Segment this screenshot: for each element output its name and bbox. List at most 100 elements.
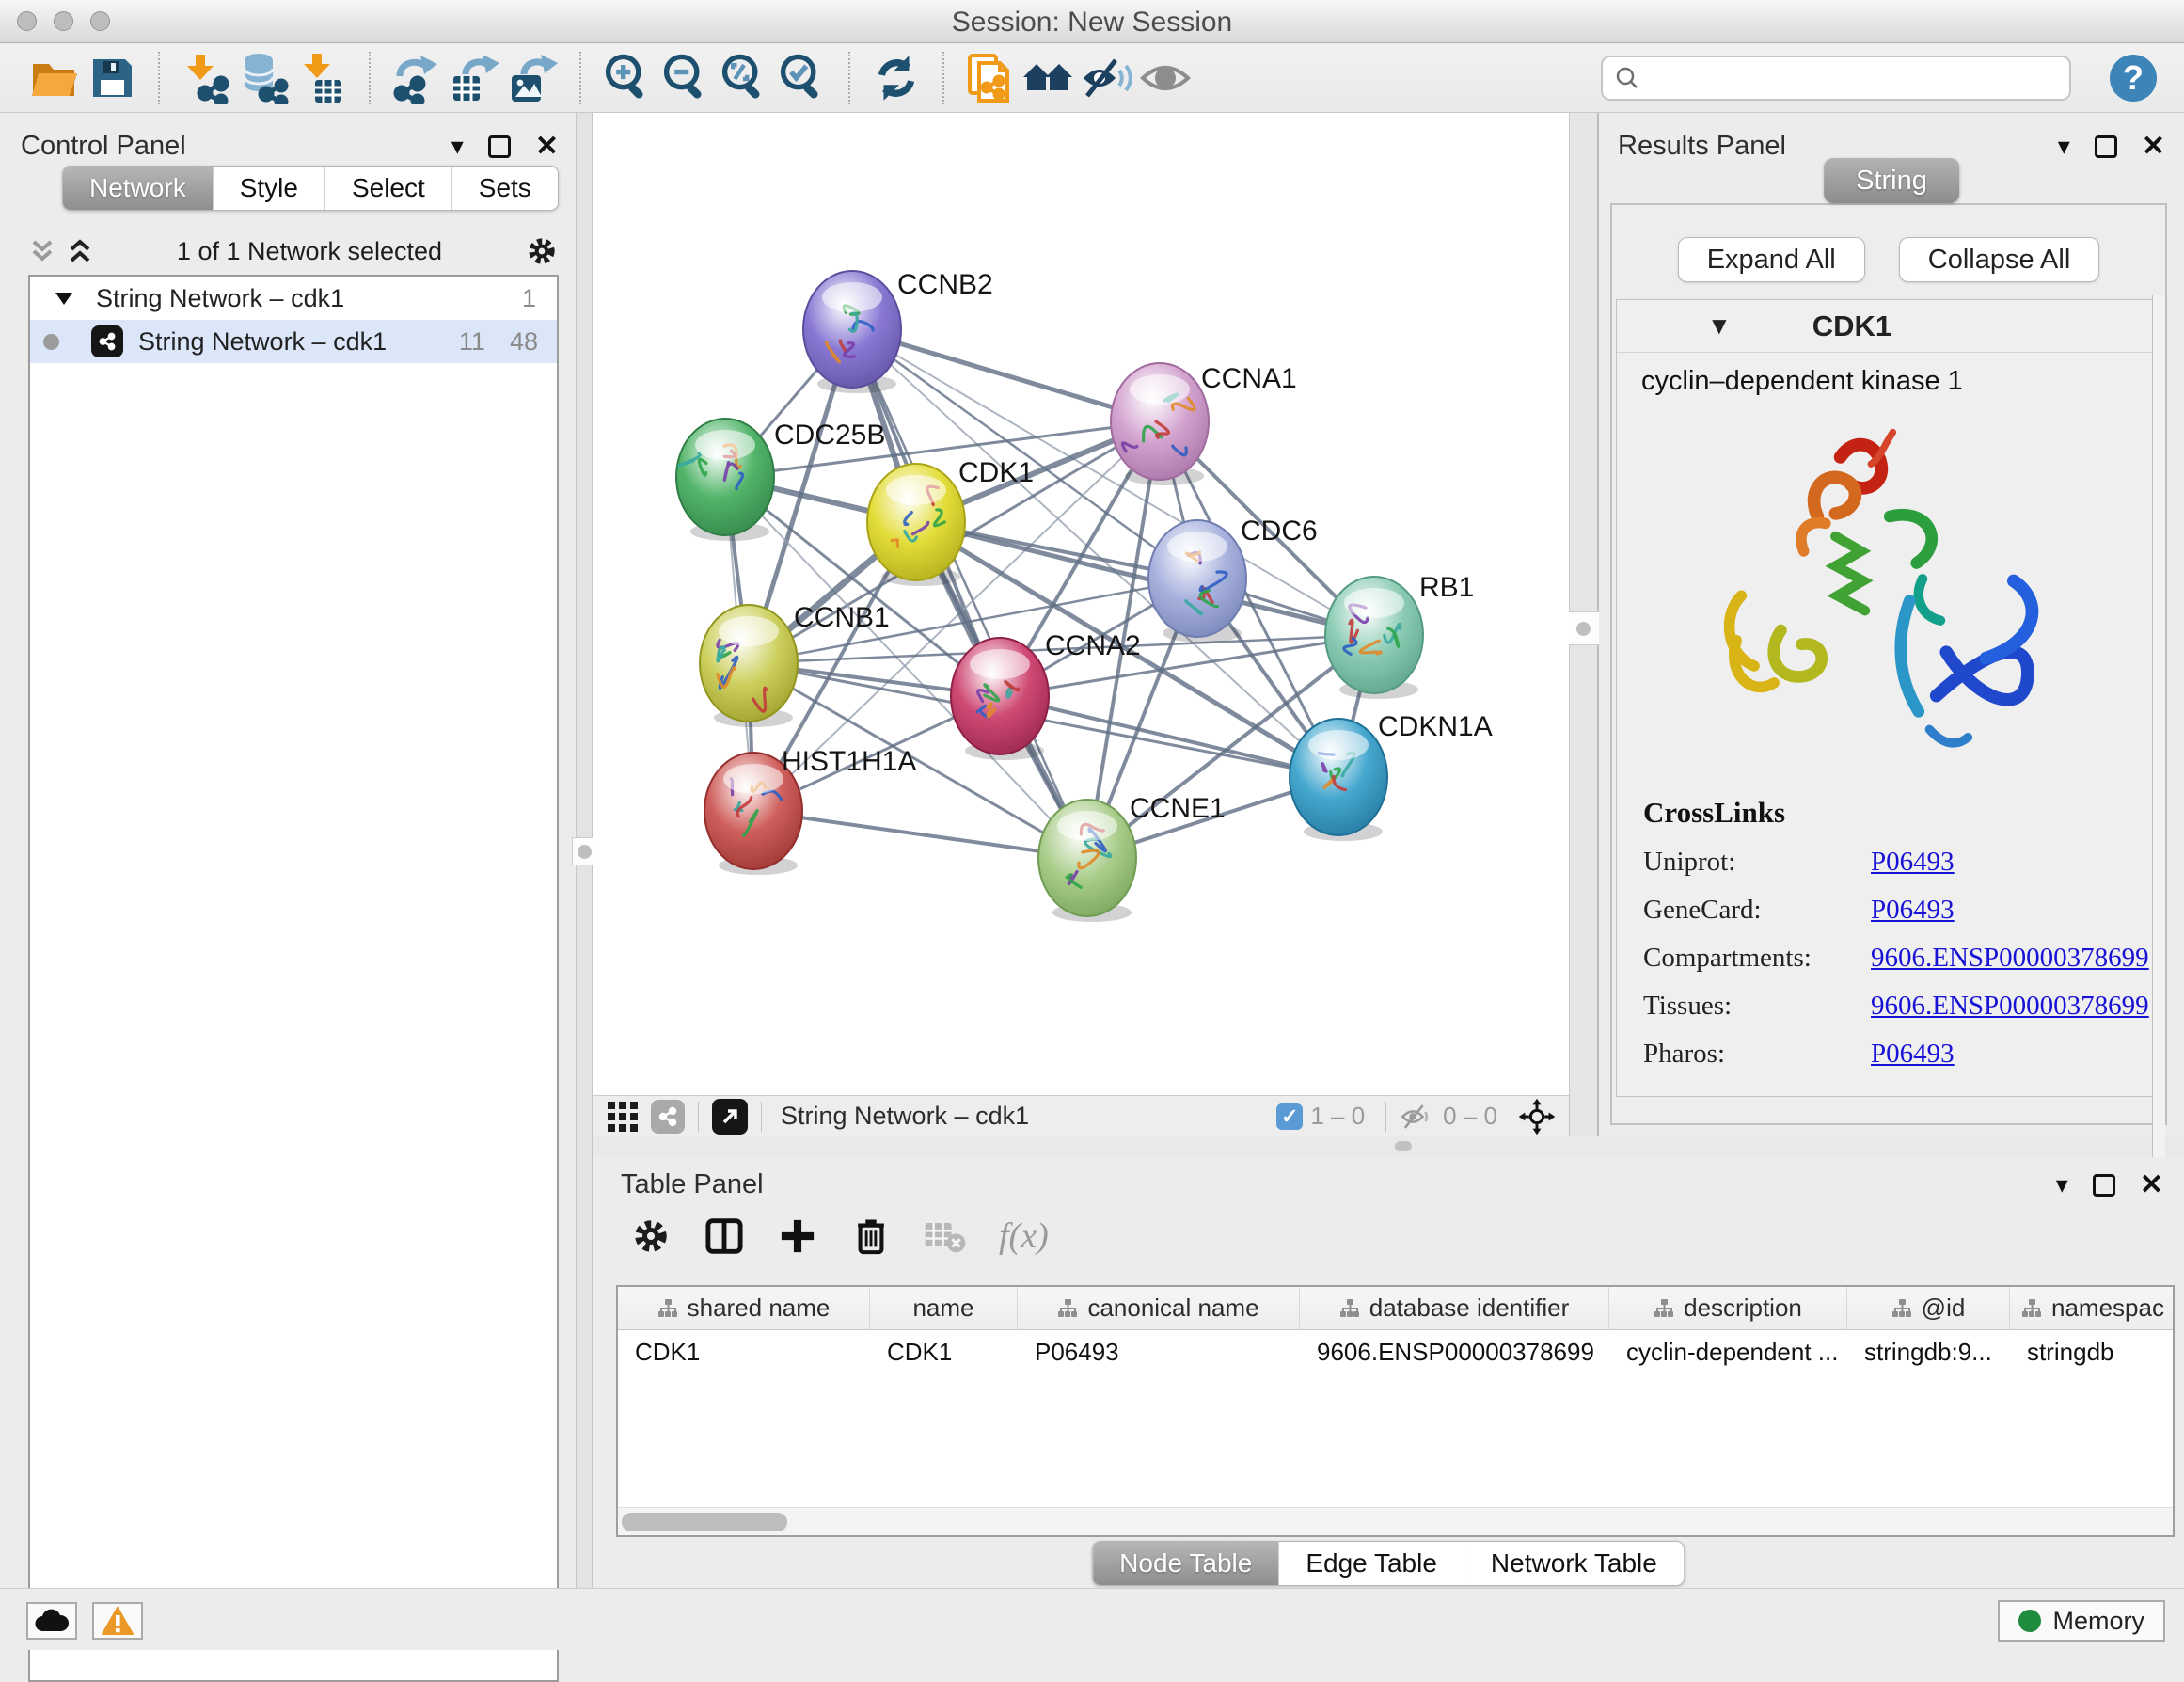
section-expander-icon[interactable]: ▼ — [1707, 311, 1732, 341]
column-header--id[interactable]: @id — [1847, 1287, 2010, 1329]
string-home-icon[interactable] — [1020, 49, 1078, 107]
crosslink-link[interactable]: P06493 — [1871, 895, 1955, 926]
function-builder-icon[interactable]: f(x) — [999, 1215, 1049, 1257]
expand-all-button[interactable]: Expand All — [1678, 237, 1865, 282]
right-splitter[interactable] — [1569, 113, 1599, 1136]
table-row[interactable]: CDK1CDK1P064939606.ENSP00000378699cyclin… — [618, 1330, 2173, 1373]
node-section-header[interactable]: ▼ CDK1 — [1617, 300, 2153, 353]
table-horizontal-scrollbar[interactable] — [618, 1507, 2173, 1535]
zoom-out-icon[interactable] — [657, 49, 715, 107]
node-CCNB2[interactable]: CCNB2 — [803, 269, 993, 393]
export-table-icon[interactable] — [446, 49, 504, 107]
tab-sets[interactable]: Sets — [452, 167, 558, 210]
selected-checkbox-icon[interactable]: ✓ — [1276, 1103, 1303, 1130]
refresh-view-icon[interactable] — [867, 49, 926, 107]
table-cell[interactable]: stringdb:9... — [1847, 1330, 2010, 1373]
delete-column-icon[interactable] — [850, 1215, 892, 1257]
collapse-all-button[interactable]: Collapse All — [1899, 237, 2100, 282]
import-network-from-file-icon[interactable] — [177, 49, 235, 107]
birdseye-view-icon[interactable] — [712, 1099, 748, 1135]
crosslink-link[interactable]: 9606.ENSP00000378699 — [1871, 991, 2149, 1022]
hidden-eye-slash-icon[interactable] — [1400, 1101, 1435, 1133]
add-column-icon[interactable] — [777, 1215, 818, 1257]
splitter-handle-icon[interactable] — [1576, 622, 1591, 636]
network-collection-row[interactable]: String Network – cdk1 1 — [30, 277, 557, 320]
column-header-namespac[interactable]: namespac — [2010, 1287, 2175, 1329]
network-row[interactable]: String Network – cdk1 11 48 — [30, 320, 557, 363]
node-RB1[interactable]: RB1 — [1325, 572, 1474, 699]
delete-table-icon[interactable] — [924, 1218, 967, 1254]
tab-node-table[interactable]: Node Table — [1093, 1542, 1279, 1585]
control-panel-float-icon[interactable] — [488, 135, 511, 158]
tab-style[interactable]: Style — [214, 167, 325, 210]
hide-eye-icon[interactable] — [1078, 49, 1136, 107]
open-session-icon[interactable] — [24, 49, 83, 107]
table-panel-float-icon[interactable] — [2093, 1174, 2115, 1197]
table-panel-menu-icon[interactable]: ▾ — [2056, 1170, 2068, 1199]
column-header-name[interactable]: name — [870, 1287, 1018, 1329]
crosslink-link[interactable]: P06493 — [1871, 847, 1955, 878]
node-CDKN1A[interactable]: CDKN1A — [1290, 711, 1493, 841]
left-splitter[interactable] — [576, 113, 593, 1588]
import-table-from-file-icon[interactable] — [293, 49, 352, 107]
search-input[interactable] — [1650, 62, 2058, 94]
splitter-handle-icon[interactable] — [578, 845, 592, 859]
tab-network[interactable]: Network — [63, 167, 214, 210]
control-panel-close-icon[interactable]: ✕ — [535, 130, 559, 163]
table-gear-icon[interactable] — [630, 1215, 672, 1257]
collapse-all-icon[interactable] — [28, 236, 56, 266]
show-eye-icon[interactable] — [1136, 49, 1195, 107]
memory-button[interactable]: Memory — [1998, 1600, 2165, 1642]
table-cell[interactable]: stringdb — [2010, 1330, 2175, 1373]
horizontal-splitter[interactable] — [593, 1136, 2184, 1157]
table-cell[interactable]: CDK1 — [618, 1330, 870, 1373]
grid-view-icon[interactable] — [606, 1100, 640, 1134]
network-options-gear-icon[interactable] — [525, 234, 559, 268]
export-image-icon[interactable] — [504, 49, 562, 107]
clone-network-icon[interactable] — [961, 49, 1020, 107]
results-panel-menu-icon[interactable]: ▾ — [2058, 132, 2070, 161]
control-panel-menu-icon[interactable]: ▾ — [451, 132, 464, 161]
column-header-canonical-name[interactable]: canonical name — [1018, 1287, 1300, 1329]
column-header-description[interactable]: description — [1609, 1287, 1847, 1329]
tab-string[interactable]: String — [1824, 158, 1959, 203]
cloud-status-button[interactable] — [26, 1602, 77, 1640]
show-columns-icon[interactable] — [704, 1215, 745, 1257]
export-network-icon[interactable] — [388, 49, 446, 107]
column-header-database-identifier[interactable]: database identifier — [1300, 1287, 1609, 1329]
zoom-in-icon[interactable] — [598, 49, 657, 107]
splitter-handle-icon[interactable] — [1395, 1141, 1412, 1151]
string-network-graph[interactable]: CCNB2CCNA1CDC25BCDK1CDC6RB1CCNB1CCNA2CDK… — [593, 113, 1570, 1095]
import-network-from-database-icon[interactable] — [235, 49, 293, 107]
save-session-icon[interactable] — [83, 49, 141, 107]
tab-edge-table[interactable]: Edge Table — [1279, 1542, 1464, 1585]
network-share-icon[interactable] — [651, 1100, 685, 1134]
search-box[interactable] — [1601, 56, 2071, 101]
results-panel-float-icon[interactable] — [2095, 135, 2117, 158]
help-button[interactable]: ? — [2107, 52, 2160, 104]
network-canvas[interactable]: CCNB2CCNA1CDC25BCDK1CDC6RB1CCNB1CCNA2CDK… — [593, 113, 1569, 1095]
table-panel-close-icon[interactable]: ✕ — [2140, 1168, 2163, 1201]
crosslink-link[interactable]: 9606.ENSP00000378699 — [1871, 943, 2149, 974]
scrollbar-thumb[interactable] — [622, 1513, 787, 1531]
node-CCNA2[interactable]: CCNA2 — [951, 630, 1141, 760]
node-CCNE1[interactable]: CCNE1 — [1038, 793, 1226, 922]
node-HIST1H1A[interactable]: HIST1H1A — [704, 746, 916, 875]
table-cell[interactable]: 9606.ENSP00000378699 — [1300, 1330, 1609, 1373]
results-scrollbar[interactable] — [2152, 295, 2165, 1219]
edge-CCNB2-CCNE1[interactable] — [852, 329, 1087, 858]
table-cell[interactable]: P06493 — [1018, 1330, 1300, 1373]
node-CDC6[interactable]: CDC6 — [1148, 516, 1318, 643]
tab-select[interactable]: Select — [325, 167, 452, 210]
results-panel-close-icon[interactable]: ✕ — [2142, 130, 2165, 163]
expand-all-icon[interactable] — [66, 236, 94, 266]
collection-expander-icon[interactable] — [55, 291, 73, 306]
edge-HIST1H1A-CCNE1[interactable] — [753, 811, 1087, 858]
zoom-fit-content-icon[interactable] — [715, 49, 773, 107]
column-header-shared-name[interactable]: shared name — [618, 1287, 870, 1329]
move-crosshair-icon[interactable] — [1518, 1098, 1556, 1135]
zoom-selected-icon[interactable] — [773, 49, 831, 107]
tab-network-table[interactable]: Network Table — [1464, 1542, 1684, 1585]
table-cell[interactable]: CDK1 — [870, 1330, 1018, 1373]
crosslink-link[interactable]: P06493 — [1871, 1039, 1955, 1070]
